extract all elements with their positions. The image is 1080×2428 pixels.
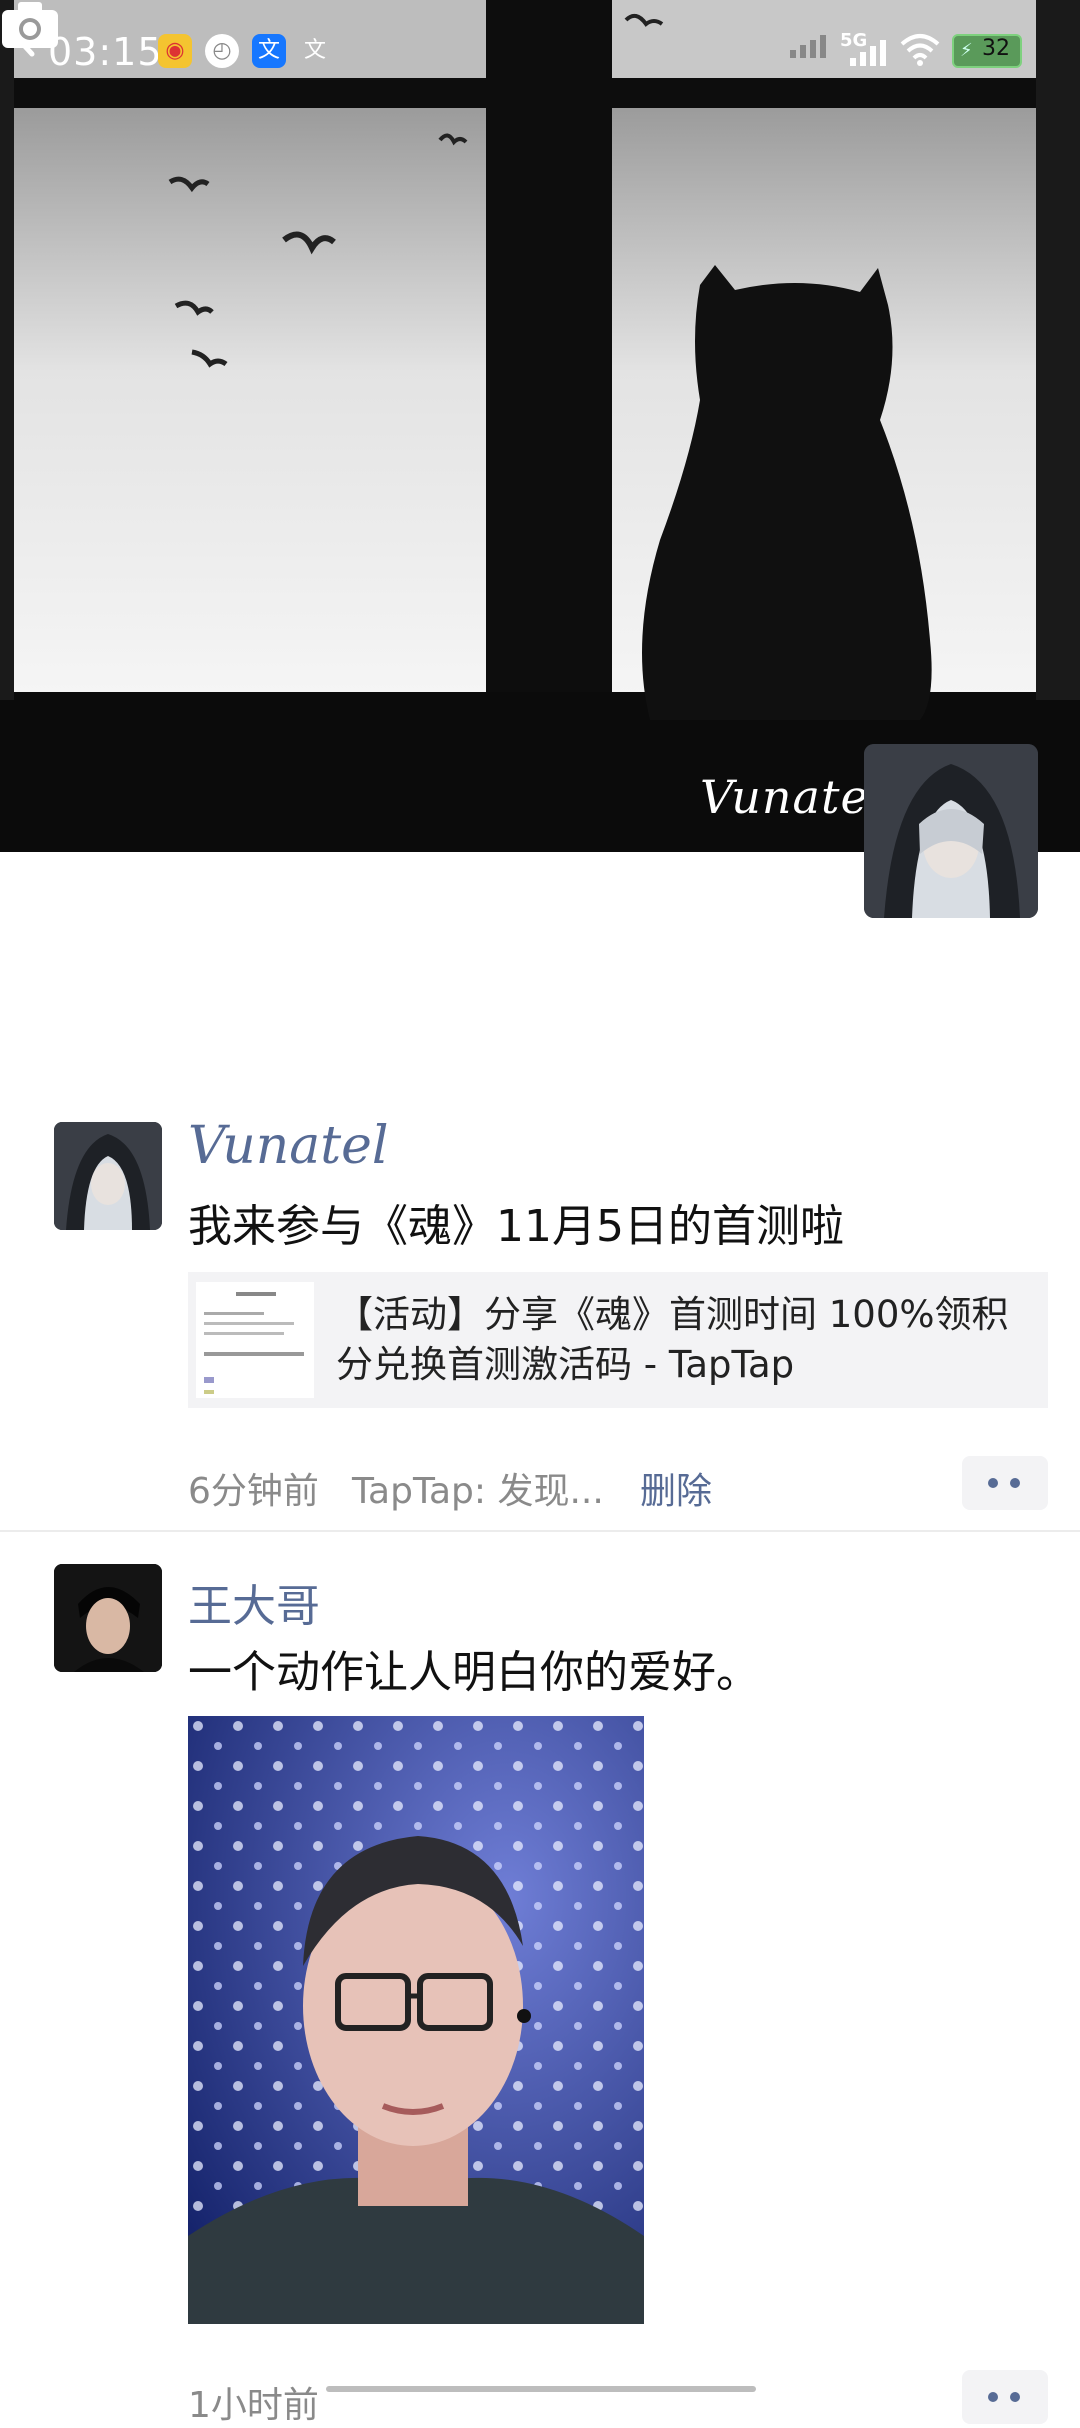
- profile-name: Vunatel: [700, 770, 885, 824]
- post-time: 1小时前: [188, 2385, 319, 2426]
- cover-photo[interactable]: 03:15 ◉ ◴ 文 文 5G 32 ⚡ Vunatel: [0, 0, 1080, 852]
- cover-image: [0, 0, 1080, 852]
- battery-icon: 32 ⚡: [952, 34, 1022, 68]
- signal-icon: [850, 38, 888, 66]
- charging-icon: ⚡: [960, 40, 973, 61]
- post-text: 一个动作让人明白你的爱好。: [188, 1647, 760, 1698]
- camera-button[interactable]: [0, 0, 60, 50]
- post-photo[interactable]: [188, 1716, 644, 2324]
- profile-avatar[interactable]: [864, 744, 1038, 918]
- translate-app-icon-2: 文: [303, 38, 326, 63]
- photo-image: [188, 1716, 644, 2324]
- more-button[interactable]: [962, 1456, 1048, 1510]
- battery-level: 32: [982, 36, 1010, 61]
- post-username[interactable]: 王大哥: [188, 1570, 320, 1634]
- post-time: 6分钟前: [188, 1471, 319, 1512]
- delete-button[interactable]: 删除: [640, 1462, 712, 1514]
- link-thumbnail: [196, 1282, 314, 1398]
- scrollbar[interactable]: [326, 2386, 756, 2392]
- weibo-icon: ◉: [158, 34, 192, 68]
- avatar-image: [864, 744, 1038, 918]
- post-username[interactable]: Vunatel: [188, 1116, 389, 1176]
- wifi-icon: [900, 34, 940, 66]
- post-avatar[interactable]: [54, 1122, 162, 1230]
- camera-icon: [2, 2, 58, 48]
- avatar-image: [54, 1122, 162, 1230]
- clock-app-icon: ◴: [205, 34, 239, 68]
- post-source[interactable]: TapTap: 发现...: [352, 1462, 604, 1514]
- more-button[interactable]: [962, 2370, 1048, 2424]
- status-bar: 03:15 ◉ ◴ 文 文 5G 32 ⚡: [0, 0, 1080, 100]
- translate-app-icon: 文: [252, 34, 286, 68]
- divider: [0, 1530, 1080, 1532]
- avatar-image: [54, 1564, 162, 1672]
- link-title: 【活动】分享《魂》首测时间 100%领积分兑换首测激活码 - TapTap: [336, 1293, 1009, 1386]
- link-card[interactable]: 【活动】分享《魂》首测时间 100%领积分兑换首测激活码 - TapTap: [188, 1272, 1048, 1408]
- post-text: 我来参与《魂》11月5日的首测啦: [188, 1201, 844, 1252]
- signal-weak-icon: [790, 32, 832, 58]
- status-time: 03:15: [48, 30, 163, 74]
- post-avatar[interactable]: [54, 1564, 162, 1672]
